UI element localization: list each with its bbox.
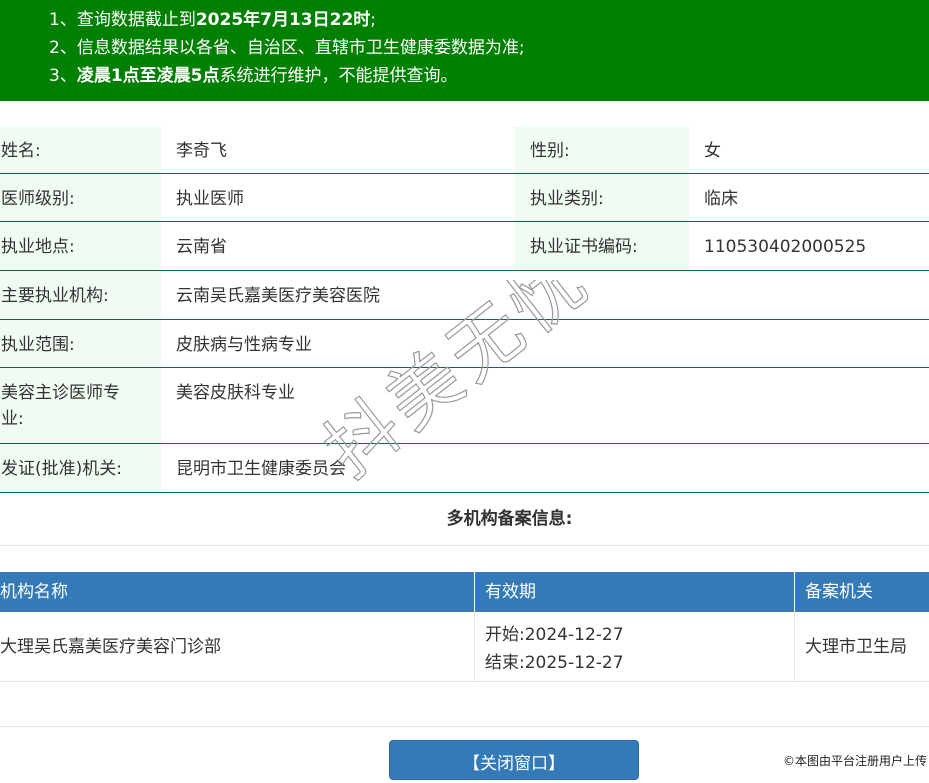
footer-divider (0, 726, 929, 727)
notice-line-3: 3、凌晨1点至凌晨5点系统进行维护，不能提供查询。 (49, 62, 458, 90)
scope-value: 皮肤病与性病专业 (176, 335, 312, 355)
copyright-notice: ©本图由平台注册用户上传 (782, 754, 927, 768)
beauty-value: 美容皮肤科专业 (176, 383, 295, 403)
issuer-value: 昆明市卫生健康委员会 (176, 459, 346, 479)
row-org-name: 大理吴氏嘉美医疗美容门诊部 (0, 612, 475, 681)
place-label: 执业地点: (0, 222, 161, 270)
doctor-info-table: 姓名: 李奇飞 性别: 女 医师级别: 执业医师 执业类别: 临床 执业地点: … (0, 126, 929, 493)
level-label: 医师级别: (0, 174, 161, 221)
name-value: 李奇飞 (176, 141, 227, 161)
notice-line-1-bold: 2025年7月13日22时 (195, 10, 371, 30)
info-row-name: 姓名: 李奇飞 性别: 女 (0, 126, 929, 174)
header-filing-authority: 备案机关 (805, 582, 873, 602)
row-filing-authority: 大理市卫生局 (805, 637, 907, 657)
row-valid-end: 结束:2025-12-27 (485, 649, 794, 677)
issuer-label: 发证(批准)机关: (0, 444, 161, 492)
beauty-label: 美容主诊医师专业: (0, 368, 161, 443)
table-row: 大理吴氏嘉美医疗美容门诊部 开始:2024-12-27 结束:2025-12-2… (0, 612, 929, 682)
level-value: 执业医师 (176, 189, 244, 209)
start-label: 开始: (485, 625, 525, 645)
header-org-name: 机构名称 (0, 572, 475, 612)
end-date: 2025-12-27 (524, 653, 624, 673)
cert-label: 执业证书编码: (514, 222, 689, 270)
info-row-beauty: 美容主诊医师专业: 美容皮肤科专业 (0, 368, 929, 444)
info-row-org: 主要执业机构: 云南吴氏嘉美医疗美容医院 (0, 271, 929, 320)
notice-line-3-pre: 3、 (49, 66, 77, 86)
notice-banner: 1、查询数据截止到2025年7月13日22时; 2、信息数据结果以各省、自治区、… (0, 0, 929, 101)
notice-line-3-post: 系统进行维护，不能提供查询。 (219, 66, 458, 86)
notice-line-1-post: ; (370, 10, 377, 30)
type-label: 执业类别: (514, 174, 689, 221)
header-valid-period: 有效期 (475, 572, 795, 612)
multi-org-header: 机构名称 有效期 备案机关 (0, 572, 929, 612)
gender-value: 女 (704, 141, 721, 161)
cert-value: 110530402000525 (704, 237, 867, 257)
notice-line-1-pre: 1、查询数据截止到 (49, 10, 196, 30)
org-value: 云南吴氏嘉美医疗美容医院 (176, 286, 380, 306)
start-date: 2024-12-27 (524, 625, 624, 645)
row-valid-start: 开始:2024-12-27 (485, 621, 794, 649)
notice-line-3-bold: 凌晨1点至凌晨5点 (76, 66, 220, 86)
info-row-issuer: 发证(批准)机关: 昆明市卫生健康委员会 (0, 444, 929, 493)
name-label: 姓名: (0, 126, 161, 173)
notice-line-2: 2、信息数据结果以各省、自治区、直辖市卫生健康委数据为准; (49, 38, 525, 58)
scope-label: 执业范围: (0, 320, 161, 367)
gender-label: 性别: (514, 126, 689, 173)
place-value: 云南省 (176, 237, 227, 257)
notice-line-1: 1、查询数据截止到2025年7月13日22时; (49, 6, 376, 34)
type-value: 临床 (704, 189, 738, 209)
multi-org-table: 机构名称 有效期 备案机关 大理吴氏嘉美医疗美容门诊部 开始:2024-12-2… (0, 572, 929, 682)
row-valid-period: 开始:2024-12-27 结束:2025-12-27 (475, 612, 795, 681)
end-label: 结束: (485, 653, 525, 673)
multi-org-title: 多机构备案信息: (0, 492, 929, 546)
close-window-button[interactable]: 【关闭窗口】 (389, 740, 639, 780)
info-row-scope: 执业范围: 皮肤病与性病专业 (0, 320, 929, 368)
info-row-place: 执业地点: 云南省 执业证书编码: 110530402000525 (0, 222, 929, 271)
org-label: 主要执业机构: (0, 271, 161, 319)
info-row-level: 医师级别: 执业医师 执业类别: 临床 (0, 174, 929, 222)
